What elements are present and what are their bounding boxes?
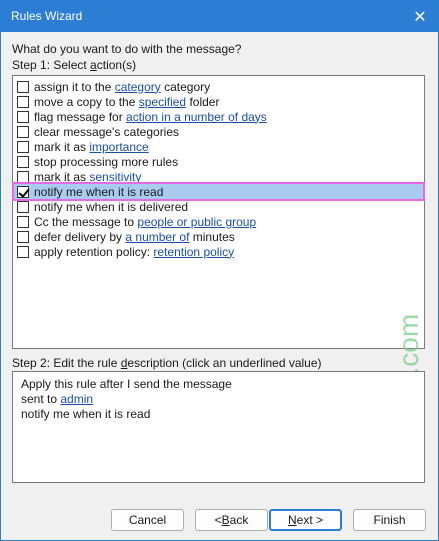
action-label: stop processing more rules bbox=[34, 155, 178, 169]
action-label: move a copy to the specified folder bbox=[34, 95, 219, 109]
action-link[interactable]: retention policy bbox=[153, 245, 234, 259]
action-text: assign it to the bbox=[34, 79, 115, 94]
action-checkbox[interactable] bbox=[17, 200, 29, 213]
action-checkbox[interactable] bbox=[17, 155, 29, 168]
finish-button[interactable]: Finish bbox=[353, 509, 426, 531]
action-row[interactable]: mark it as importance bbox=[14, 139, 423, 154]
action-text: defer delivery by bbox=[34, 229, 126, 244]
action-text: flag message for bbox=[34, 109, 127, 124]
action-label: assign it to the category category bbox=[34, 80, 210, 94]
description-line-1: Apply this rule after I send the message bbox=[21, 377, 232, 391]
description-line-2: sent to admin bbox=[21, 392, 93, 406]
action-checkbox[interactable] bbox=[17, 125, 29, 138]
action-text: apply retention policy: bbox=[34, 244, 154, 259]
action-row[interactable]: assign it to the category category bbox=[14, 79, 423, 94]
actions-scrollbar[interactable] bbox=[418, 76, 424, 348]
action-checkbox[interactable] bbox=[17, 230, 29, 243]
action-checkbox[interactable] bbox=[17, 95, 29, 108]
action-row[interactable]: mark it as sensitivity bbox=[14, 169, 423, 184]
step2-label-prefix: Step 2: Edit the rule bbox=[12, 356, 121, 370]
action-checkbox[interactable] bbox=[17, 80, 29, 93]
action-row[interactable]: notify me when it is read bbox=[12, 182, 425, 201]
action-text-after: folder bbox=[186, 94, 220, 109]
back-button-prefix: < bbox=[214, 513, 222, 527]
step2-label: Step 2: Edit the rule description (click… bbox=[12, 356, 322, 370]
close-icon[interactable]: ✕ bbox=[402, 1, 438, 32]
action-row[interactable]: stop processing more rules bbox=[14, 154, 423, 169]
action-checkbox[interactable] bbox=[17, 170, 29, 183]
action-text-after: category bbox=[160, 79, 211, 94]
action-checkbox[interactable] bbox=[17, 140, 29, 153]
action-link[interactable]: sensitivity bbox=[89, 170, 141, 184]
window-title: Rules Wizard bbox=[11, 9, 83, 23]
action-text: mark it as bbox=[34, 169, 90, 184]
action-label: flag message for action in a number of d… bbox=[34, 110, 267, 124]
action-row[interactable]: apply retention policy: retention policy bbox=[14, 244, 423, 259]
cancel-button[interactable]: Cancel bbox=[111, 509, 184, 531]
rule-description-box: Apply this rule after I send the message… bbox=[12, 371, 425, 483]
title-bar: Rules Wizard ✕ bbox=[1, 1, 438, 32]
action-row[interactable]: Cc the message to people or public group bbox=[14, 214, 423, 229]
action-label: apply retention policy: retention policy bbox=[34, 245, 234, 259]
action-checkbox[interactable] bbox=[17, 215, 29, 228]
action-text: Cc the message to bbox=[34, 214, 138, 229]
step1-label-suffix: ction(s) bbox=[96, 58, 137, 72]
action-text-after: minutes bbox=[189, 229, 235, 244]
action-link[interactable]: action in a number of days bbox=[126, 110, 267, 124]
action-row[interactable]: flag message for action in a number of d… bbox=[14, 109, 423, 124]
next-button[interactable]: Next > bbox=[269, 509, 342, 531]
back-button-suffix: ack bbox=[229, 513, 249, 527]
step2-label-suffix: escription (click an underlined value) bbox=[127, 356, 322, 370]
rules-wizard-dialog: Rules Wizard ✕ What do you want to do wi… bbox=[0, 0, 439, 541]
step1-label: Step 1: Select action(s) bbox=[12, 58, 136, 72]
action-label: Cc the message to people or public group bbox=[34, 215, 256, 229]
action-text: clear message's categories bbox=[34, 124, 180, 139]
description-line-3: notify me when it is read bbox=[21, 407, 151, 421]
actions-list[interactable]: assign it to the category category move a… bbox=[12, 75, 425, 349]
action-link[interactable]: specified bbox=[139, 95, 186, 109]
action-row[interactable]: move a copy to the specified folder bbox=[14, 94, 423, 109]
action-label: notify me when it is delivered bbox=[34, 200, 188, 214]
step1-label-accel: a bbox=[90, 58, 97, 72]
action-label: notify me when it is read bbox=[34, 185, 163, 199]
action-link[interactable]: importance bbox=[89, 140, 148, 154]
action-link[interactable]: category bbox=[115, 80, 161, 94]
next-button-accel: N bbox=[287, 513, 297, 527]
action-row[interactable]: defer delivery by a number of minutes bbox=[14, 229, 423, 244]
action-text: move a copy to the bbox=[34, 94, 139, 109]
description-line-2-text: sent to bbox=[21, 392, 61, 406]
back-button[interactable]: < Back bbox=[195, 509, 268, 531]
action-row[interactable]: clear message's categories bbox=[14, 124, 423, 139]
action-link[interactable]: a number of bbox=[125, 230, 189, 244]
action-text: notify me when it is delivered bbox=[34, 199, 189, 214]
action-link[interactable]: people or public group bbox=[137, 215, 256, 229]
next-button-suffix: ext > bbox=[296, 513, 324, 527]
action-checkbox[interactable] bbox=[17, 185, 29, 198]
action-label: clear message's categories bbox=[34, 125, 179, 139]
action-label: mark it as importance bbox=[34, 140, 149, 154]
step1-label-prefix: Step 1: Select bbox=[12, 58, 91, 72]
action-text: notify me when it is read bbox=[34, 184, 164, 199]
recipient-link[interactable]: admin bbox=[60, 392, 93, 406]
prompt-text: What do you want to do with the message? bbox=[12, 42, 242, 56]
action-label: mark it as sensitivity bbox=[34, 170, 141, 184]
action-checkbox[interactable] bbox=[17, 245, 29, 258]
action-row[interactable]: notify me when it is delivered bbox=[14, 199, 423, 214]
action-label: defer delivery by a number of minutes bbox=[34, 230, 235, 244]
back-button-accel: B bbox=[221, 513, 230, 527]
action-text: stop processing more rules bbox=[34, 154, 179, 169]
action-text: mark it as bbox=[34, 139, 90, 154]
action-checkbox[interactable] bbox=[17, 110, 29, 123]
